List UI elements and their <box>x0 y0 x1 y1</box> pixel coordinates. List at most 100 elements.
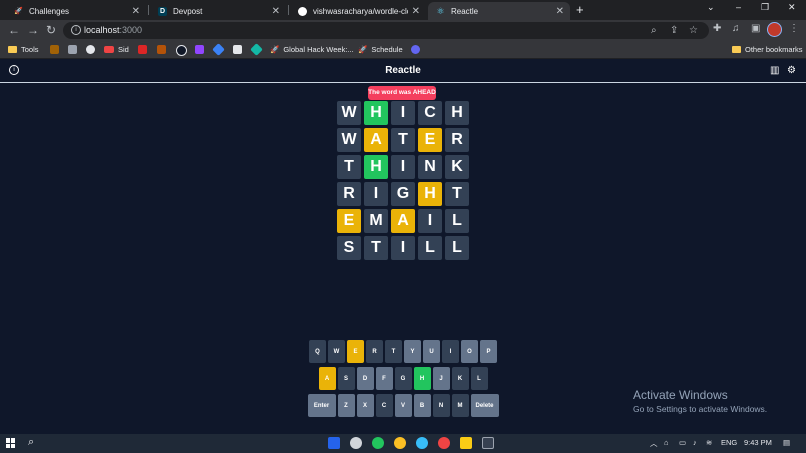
address-bar[interactable]: i localhost:3000 ⌕ ⇪ ☆ <box>63 22 709 39</box>
bookmark-icon[interactable] <box>250 43 263 56</box>
side-panel-icon[interactable]: ▣ <box>751 23 760 34</box>
key-y[interactable]: Y <box>404 340 421 363</box>
bookmark-icon[interactable] <box>212 43 225 56</box>
profile-avatar[interactable] <box>767 22 782 37</box>
tab-github[interactable]: vishwasracharya/wordle-clone-re ✕ <box>290 2 426 20</box>
tab-divider <box>148 5 149 15</box>
bookmark-icon[interactable] <box>233 45 242 54</box>
board-tile: N <box>418 155 442 179</box>
volume-icon[interactable]: ♪ <box>693 438 697 447</box>
bookmark-icon[interactable] <box>176 45 187 56</box>
bookmark-icon[interactable] <box>68 45 77 54</box>
browser-tab-strip: 🚀 Challenges ✕ D Devpost ✕ vishwasrachar… <box>0 0 806 20</box>
bookmark-star-icon[interactable]: ☆ <box>689 25 698 36</box>
key-c[interactable]: C <box>375 394 393 417</box>
chrome-icon[interactable] <box>350 437 362 449</box>
key-g[interactable]: G <box>394 367 412 390</box>
settings-gear-icon[interactable]: ⚙ <box>787 65 796 76</box>
key-v[interactable]: V <box>394 394 412 417</box>
key-p[interactable]: P <box>480 340 497 363</box>
key-m[interactable]: M <box>451 394 469 417</box>
board-tile: T <box>445 182 469 206</box>
key-i[interactable]: I <box>442 340 459 363</box>
key-t[interactable]: T <box>385 340 402 363</box>
bookmark-tools[interactable]: Tools <box>8 43 39 56</box>
key-f[interactable]: F <box>375 367 393 390</box>
tray-chevron-icon[interactable]: ︿ <box>650 438 658 449</box>
forward-icon[interactable]: → <box>27 23 39 37</box>
key-delete[interactable]: Delete <box>470 394 499 417</box>
board-tile: W <box>337 101 361 125</box>
terminal-icon[interactable] <box>482 437 494 449</box>
bookmark-other[interactable]: Other bookmarks <box>732 43 803 56</box>
new-tab-button[interactable]: + <box>576 2 584 17</box>
key-a[interactable]: A <box>318 367 336 390</box>
stats-icon[interactable]: ▥ <box>770 65 779 76</box>
vscode-icon[interactable] <box>328 437 340 449</box>
key-k[interactable]: K <box>451 367 469 390</box>
key-j[interactable]: J <box>432 367 450 390</box>
key-l[interactable]: L <box>470 367 488 390</box>
bookmark-global-hack-week[interactable]: 🚀 Global Hack Week:... <box>270 43 354 56</box>
notification-icon[interactable]: ▤ <box>783 438 790 447</box>
bookmark-icon[interactable] <box>138 45 147 54</box>
search-icon[interactable]: ⌕ <box>28 436 34 449</box>
minimize-icon[interactable]: – <box>736 2 741 12</box>
bookmark-icon[interactable] <box>157 45 166 54</box>
key-d[interactable]: D <box>356 367 374 390</box>
bookmark-sid[interactable]: Sid <box>104 43 129 56</box>
tab-challenges[interactable]: 🚀 Challenges ✕ <box>6 2 146 20</box>
media-icon[interactable]: ♫ <box>732 23 740 34</box>
key-o[interactable]: O <box>461 340 478 363</box>
key-r[interactable]: R <box>366 340 383 363</box>
board-tile: K <box>445 155 469 179</box>
language-indicator[interactable]: ENG <box>721 438 737 447</box>
bookmark-schedule[interactable]: 🚀 Schedule <box>358 43 403 56</box>
key-u[interactable]: U <box>423 340 440 363</box>
bookmark-icon[interactable] <box>50 45 59 54</box>
chrome-canary-icon[interactable] <box>394 437 406 449</box>
devpost-icon: D <box>158 6 167 16</box>
menu-icon[interactable]: ⋮ <box>789 23 799 34</box>
key-z[interactable]: Z <box>337 394 355 417</box>
tab-devpost[interactable]: D Devpost ✕ <box>150 2 286 20</box>
board-tile: I <box>364 182 388 206</box>
whatsapp-icon[interactable] <box>372 437 384 449</box>
tab-label: vishwasracharya/wordle-clone-re <box>313 6 408 16</box>
close-tab-icon[interactable]: ✕ <box>132 6 140 17</box>
restore-icon[interactable]: ❐ <box>761 2 769 13</box>
close-tab-icon[interactable]: ✕ <box>412 6 420 17</box>
tab-search-icon[interactable]: ⌄ <box>707 2 715 13</box>
reload-icon[interactable]: ↻ <box>46 23 56 37</box>
key-n[interactable]: N <box>432 394 450 417</box>
close-tab-icon[interactable]: ✕ <box>556 6 564 17</box>
wifi-icon[interactable]: ≋ <box>706 438 712 447</box>
share-icon[interactable]: ⇪ <box>670 25 678 36</box>
board-row: WATER <box>337 128 472 152</box>
key-s[interactable]: S <box>337 367 355 390</box>
zoom-icon[interactable]: ⌕ <box>651 25 657 36</box>
key-e[interactable]: E <box>347 340 364 363</box>
tab-reactle[interactable]: ⚛ Reactle ✕ <box>428 2 570 20</box>
key-w[interactable]: W <box>328 340 345 363</box>
telegram-icon[interactable] <box>416 437 428 449</box>
chrome-active-icon[interactable] <box>438 437 450 449</box>
battery-icon[interactable]: ▭ <box>679 438 686 447</box>
site-info-icon[interactable]: i <box>71 25 81 35</box>
extensions-icon[interactable]: ✚ <box>713 23 721 34</box>
github-icon[interactable] <box>86 45 95 54</box>
back-icon[interactable]: ← <box>8 23 20 37</box>
clock[interactable]: 9:43 PM <box>744 438 772 447</box>
key-q[interactable]: Q <box>309 340 326 363</box>
close-tab-icon[interactable]: ✕ <box>272 6 280 17</box>
key-h[interactable]: H <box>413 367 431 390</box>
network-icon[interactable]: ⌂ <box>664 438 669 447</box>
bookmark-icon[interactable] <box>411 45 420 54</box>
file-explorer-icon[interactable] <box>460 437 472 449</box>
twitch-icon[interactable] <box>195 45 204 54</box>
close-window-icon[interactable]: ✕ <box>788 2 796 13</box>
key-enter[interactable]: Enter <box>307 394 336 417</box>
key-b[interactable]: B <box>413 394 431 417</box>
key-x[interactable]: X <box>356 394 374 417</box>
windows-start-icon[interactable] <box>6 438 16 448</box>
